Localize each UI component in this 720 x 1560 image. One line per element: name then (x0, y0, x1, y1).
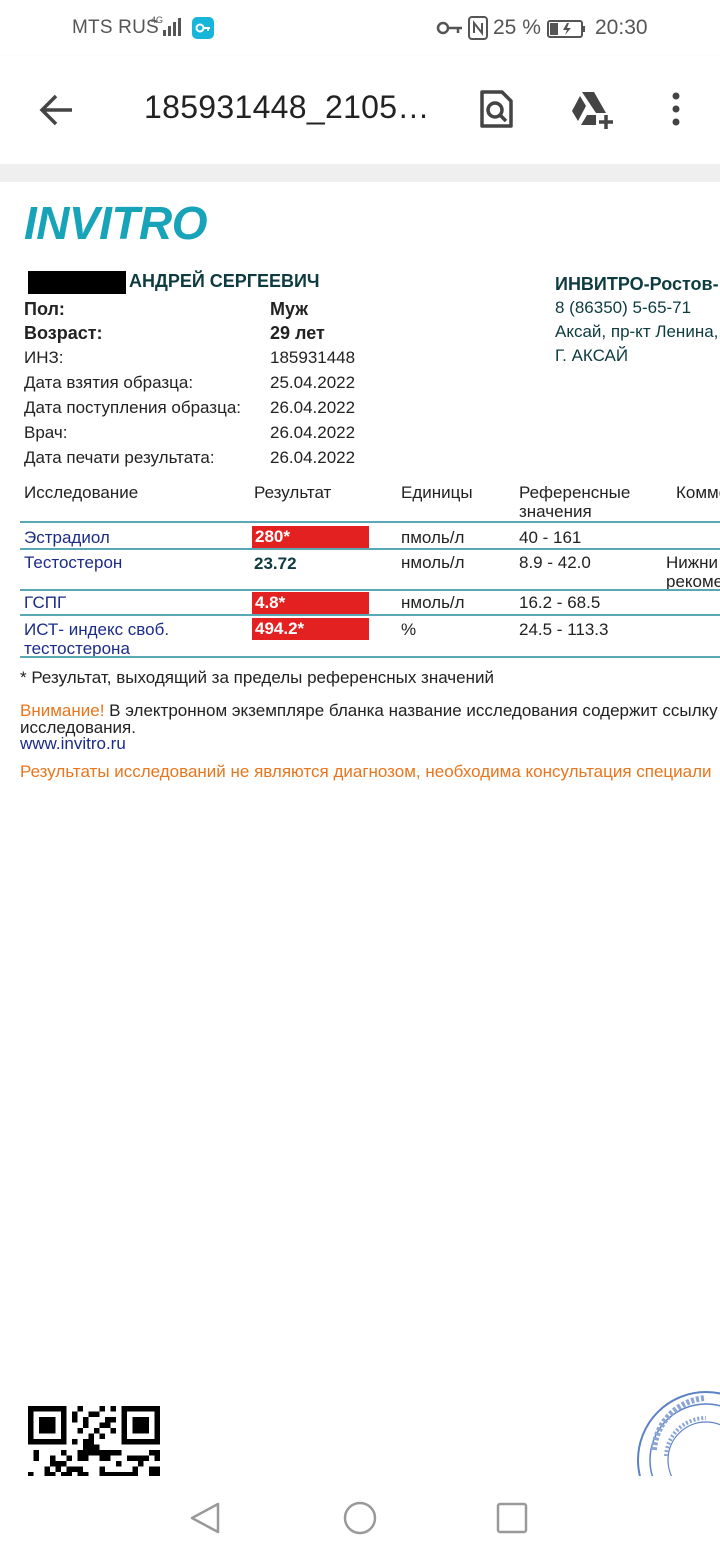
row-units-testosterone: нмоль/л (401, 553, 465, 572)
col-header-result: Результат (254, 483, 332, 502)
row-units-estradiol: пмоль/л (401, 528, 465, 547)
col-header-ref-line1: Референсные (519, 483, 631, 502)
row-units-fai: % (401, 620, 417, 639)
field-label-age: Возраст: (24, 323, 103, 343)
table-divider (20, 614, 720, 616)
battery-charging-icon (547, 19, 587, 45)
back-arrow-icon[interactable] (36, 90, 76, 130)
field-value-sample-date: 25.04.2022 (270, 373, 356, 392)
lab-name: ИНВИТРО-Ростов- (555, 274, 719, 294)
col-header-units: Единицы (401, 483, 473, 502)
table-divider (20, 656, 720, 658)
field-label-doctor: Врач: (24, 423, 68, 442)
row-test-testosterone[interactable]: Тестостерон (24, 553, 122, 572)
footnote: * Результат, выходящий за пределы рефере… (20, 668, 494, 687)
clock: 20:30 (595, 16, 648, 39)
field-value-print-date: 26.04.2022 (270, 448, 356, 467)
signal-icon: 4G (151, 14, 185, 46)
app-bar: 185931448_2105… (0, 56, 720, 164)
field-value-inz: 185931448 (270, 348, 356, 367)
field-label-inz: ИНЗ: (24, 348, 64, 367)
row-test-fai[interactable]: ИСТ- индекс своб. (24, 620, 169, 639)
field-value-doctor: 26.04.2022 (270, 423, 356, 442)
row-units-shbg: нмоль/л (401, 593, 465, 612)
field-label-print-date: Дата печати результата: (24, 448, 215, 467)
lab-phone: 8 (86350) 5-65-71 (555, 298, 692, 317)
document-title: 185931448_2105… (144, 89, 430, 125)
col-header-ref-line2: значения (519, 502, 592, 521)
field-label-receipt-date: Дата поступления образца: (24, 398, 242, 417)
lab-city: Г. АКСАЙ (555, 346, 629, 365)
carrier-name: MTS RUS (72, 17, 159, 38)
more-vert-icon[interactable] (658, 89, 694, 129)
network-type: 4G (151, 15, 163, 25)
row-ref-testosterone: 8.9 - 42.0 (519, 553, 591, 572)
row-comment-testosterone-line1: Нижни (666, 553, 719, 572)
row-result-fai: 494.2* (252, 618, 369, 640)
search-document-icon[interactable] (476, 89, 516, 129)
redaction-bar (28, 271, 126, 294)
table-divider (20, 521, 720, 523)
disclaimer: Результаты исследований не являются диаг… (20, 762, 712, 781)
warning-note: Внимание! В электронном экземпляре бланк… (20, 702, 718, 736)
field-value-receipt-date: 26.04.2022 (270, 398, 356, 417)
lab-address: Аксай, пр-кт Ленина, (555, 322, 719, 341)
back-triangle-icon[interactable] (188, 1500, 224, 1541)
row-result-shbg: 4.8* (252, 592, 369, 614)
status-bar: MTS RUS 4G 25 % 20:30 (0, 0, 720, 56)
recents-square-icon[interactable] (496, 1502, 528, 1539)
col-header-comment: Комме (676, 483, 720, 502)
row-result-estradiol: 280* (252, 526, 369, 548)
row-ref-shbg: 16.2 - 68.5 (519, 593, 601, 612)
col-header-test: Исследование (24, 483, 139, 502)
invitro-link[interactable]: www.invitro.ru (20, 734, 126, 754)
row-test-shbg[interactable]: ГСПГ (24, 593, 66, 612)
separator (0, 164, 720, 182)
battery-percent: 25 % (493, 16, 541, 39)
field-label-sample-date: Дата взятия образца: (24, 373, 194, 392)
row-ref-fai: 24.5 - 113.3 (519, 620, 609, 639)
table-divider (20, 589, 720, 591)
key-icon (436, 18, 464, 44)
patient-name: АНДРЕЙ СЕРГЕЕВИЧ (129, 271, 320, 291)
field-value-age: 29 лет (270, 323, 325, 343)
qr-code (28, 1406, 160, 1476)
field-label-sex: Пол: (24, 299, 65, 319)
row-ref-estradiol: 40 - 161 (519, 528, 582, 547)
row-result-testosterone: 23.72 (254, 554, 297, 573)
drive-add-icon[interactable] (570, 89, 618, 129)
nfc-icon (468, 16, 488, 46)
row-test-estradiol[interactable]: Эстрадиол (24, 528, 110, 547)
warning-text: В электронном экземпляре бланка название… (109, 701, 718, 720)
table-divider (20, 548, 720, 550)
vpn-key-icon (192, 17, 214, 39)
home-circle-icon[interactable] (342, 1500, 378, 1541)
invitro-logo: INVITRO (24, 197, 208, 249)
field-value-sex: Муж (270, 299, 308, 319)
stamp-seal (636, 1390, 720, 1476)
